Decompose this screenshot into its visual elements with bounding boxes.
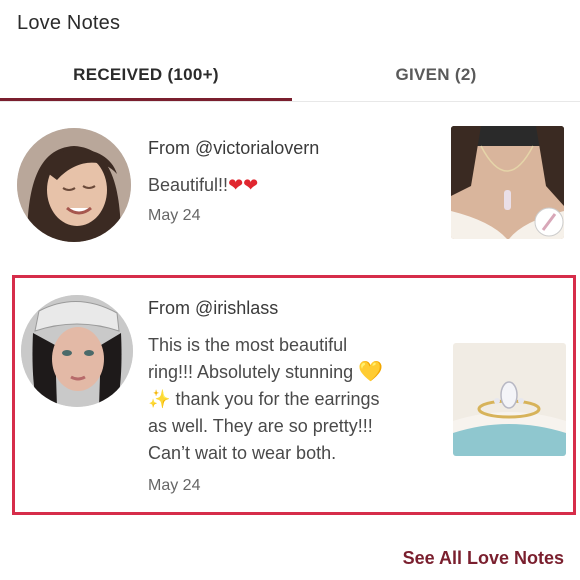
ring-product-photo-icon <box>453 343 566 456</box>
note-message: Beautiful!!❤❤ <box>148 172 428 199</box>
product-thumbnail[interactable] <box>453 343 566 456</box>
tab-given[interactable]: GIVEN (2) <box>292 58 580 102</box>
note-content: From @victorialovern Beautiful!!❤❤ May 2… <box>148 138 428 225</box>
note-message-text: thank you for the earrings <box>175 389 380 409</box>
tab-bar: RECEIVED (100+) GIVEN (2) <box>0 58 580 102</box>
note-sender[interactable]: From @irishlass <box>148 298 438 319</box>
note-message-text: ring!!! Absolutely stunning <box>148 362 354 382</box>
avatar[interactable] <box>21 295 133 407</box>
note-message-text: Beautiful!! <box>148 175 229 195</box>
note-content: From @irishlass This is the most beautif… <box>148 298 438 495</box>
note-sender[interactable]: From @victorialovern <box>148 138 428 159</box>
sparkles-icon: ✨ <box>148 389 171 409</box>
note-message-line: as well. They are so pretty!!! <box>148 416 373 436</box>
note-message-line: This is the most beautiful <box>148 335 348 355</box>
love-note-item-highlighted[interactable]: From @irishlass This is the most beautif… <box>12 275 576 515</box>
avatar-photo-icon <box>17 128 131 242</box>
yellow-heart-icon: 💛 <box>358 361 384 383</box>
note-message-line: ring!!! Absolutely stunning 💛 <box>148 359 438 386</box>
tab-divider <box>0 101 580 102</box>
note-message: This is the most beautiful ring!!! Absol… <box>148 332 438 467</box>
love-note-item[interactable]: From @victorialovern Beautiful!!❤❤ May 2… <box>0 112 580 252</box>
see-all-love-notes-link[interactable]: See All Love Notes <box>403 548 564 569</box>
product-thumbnail[interactable] <box>451 126 564 239</box>
avatar[interactable] <box>17 128 131 242</box>
red-heart-icon: ❤❤ <box>228 175 259 195</box>
avatar-photo-icon <box>21 295 133 407</box>
note-date: May 24 <box>148 477 201 494</box>
note-message-line: ✨ thank you for the earrings <box>148 386 438 413</box>
page-title: Love Notes <box>17 12 121 34</box>
note-date: May 24 <box>148 207 201 224</box>
tab-received[interactable]: RECEIVED (100+) <box>0 58 292 102</box>
note-message-line: Can’t wait to wear both. <box>148 443 337 463</box>
necklace-product-photo-icon <box>451 126 564 239</box>
